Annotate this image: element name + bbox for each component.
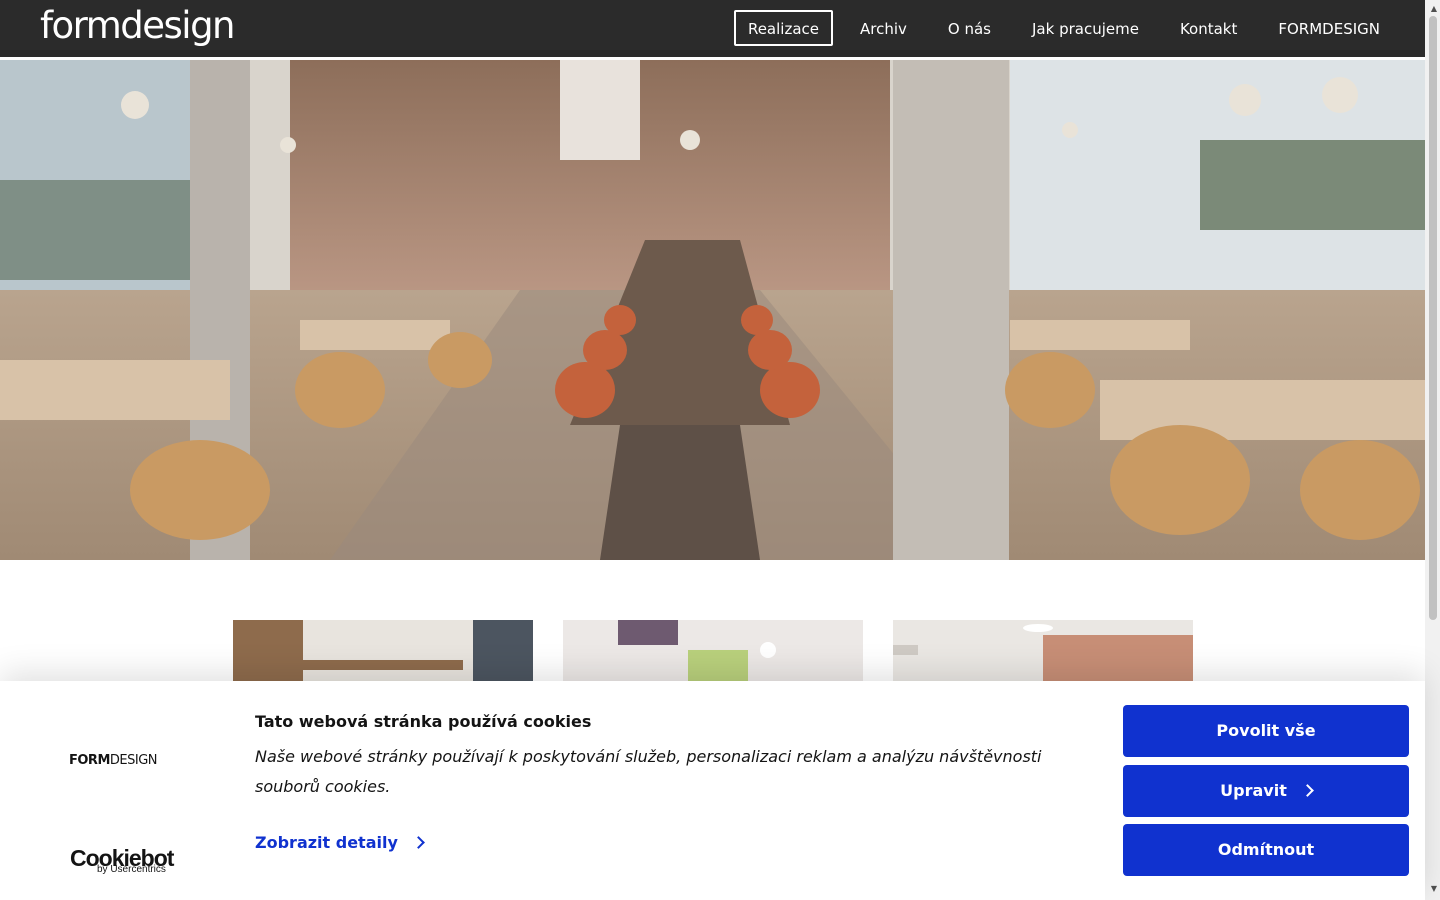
cookie-banner-text: Naše webové stránky používají k poskytov… xyxy=(255,747,1042,796)
nav-item-jak-pracujeme[interactable]: Jak pracujeme xyxy=(1018,10,1153,46)
cookie-consent-banner: FORMDESIGN Cookiebot by Usercentrics Tat… xyxy=(0,681,1425,900)
main-nav: Realizace Archiv O nás Jak pracujeme Kon… xyxy=(721,10,1394,46)
project-thumbnail-1-image xyxy=(233,620,533,690)
chevron-right-icon xyxy=(412,836,425,849)
project-thumbnail-1[interactable] xyxy=(233,620,533,690)
nav-item-formdesign[interactable]: FORMDESIGN xyxy=(1264,10,1394,46)
nav-item-archiv[interactable]: Archiv xyxy=(846,10,921,46)
page-scrollbar[interactable]: ▲ ▼ xyxy=(1425,0,1440,900)
formdesign-brand-logo: FORMDESIGN xyxy=(69,753,158,768)
project-thumbnail-3-image xyxy=(893,620,1193,690)
deny-button[interactable]: Odmítnout xyxy=(1123,824,1409,876)
allow-all-label: Povolit vše xyxy=(1216,721,1316,740)
project-thumbnail-3[interactable] xyxy=(893,620,1193,690)
nav-item-realizace[interactable]: Realizace xyxy=(733,10,833,46)
site-logo[interactable]: formdesign xyxy=(40,4,236,48)
project-thumbnail-2-image xyxy=(563,620,863,690)
cookiebot-logo-subtitle: by Usercentrics xyxy=(97,864,166,875)
show-details-label: Zobrazit detaily xyxy=(255,833,398,852)
site-header: formdesign Realizace Archiv O nás Jak pr… xyxy=(0,0,1425,57)
nav-item-o-nas[interactable]: O nás xyxy=(934,10,1005,46)
allow-all-button[interactable]: Povolit vše xyxy=(1123,705,1409,757)
chevron-right-icon xyxy=(1300,784,1314,797)
scroll-up-arrow-icon[interactable]: ▲ xyxy=(1431,4,1437,13)
cookie-banner-title: Tato webová stránka používá cookies xyxy=(255,712,592,731)
scrollbar-thumb[interactable] xyxy=(1429,16,1437,620)
brand-suffix: DESIGN xyxy=(109,753,158,768)
show-details-link[interactable]: Zobrazit detaily xyxy=(255,833,425,852)
deny-label: Odmítnout xyxy=(1217,840,1315,859)
project-thumbnail-2[interactable] xyxy=(563,620,863,690)
hero-restaurant-illustration xyxy=(0,60,1425,560)
customize-label: Upravit xyxy=(1220,781,1287,800)
scroll-down-arrow-icon[interactable]: ▼ xyxy=(1431,884,1437,893)
brand-prefix: FORM xyxy=(69,753,110,768)
hero-image xyxy=(0,60,1425,560)
nav-item-kontakt[interactable]: Kontakt xyxy=(1166,10,1251,46)
customize-button[interactable]: Upravit xyxy=(1123,765,1409,817)
